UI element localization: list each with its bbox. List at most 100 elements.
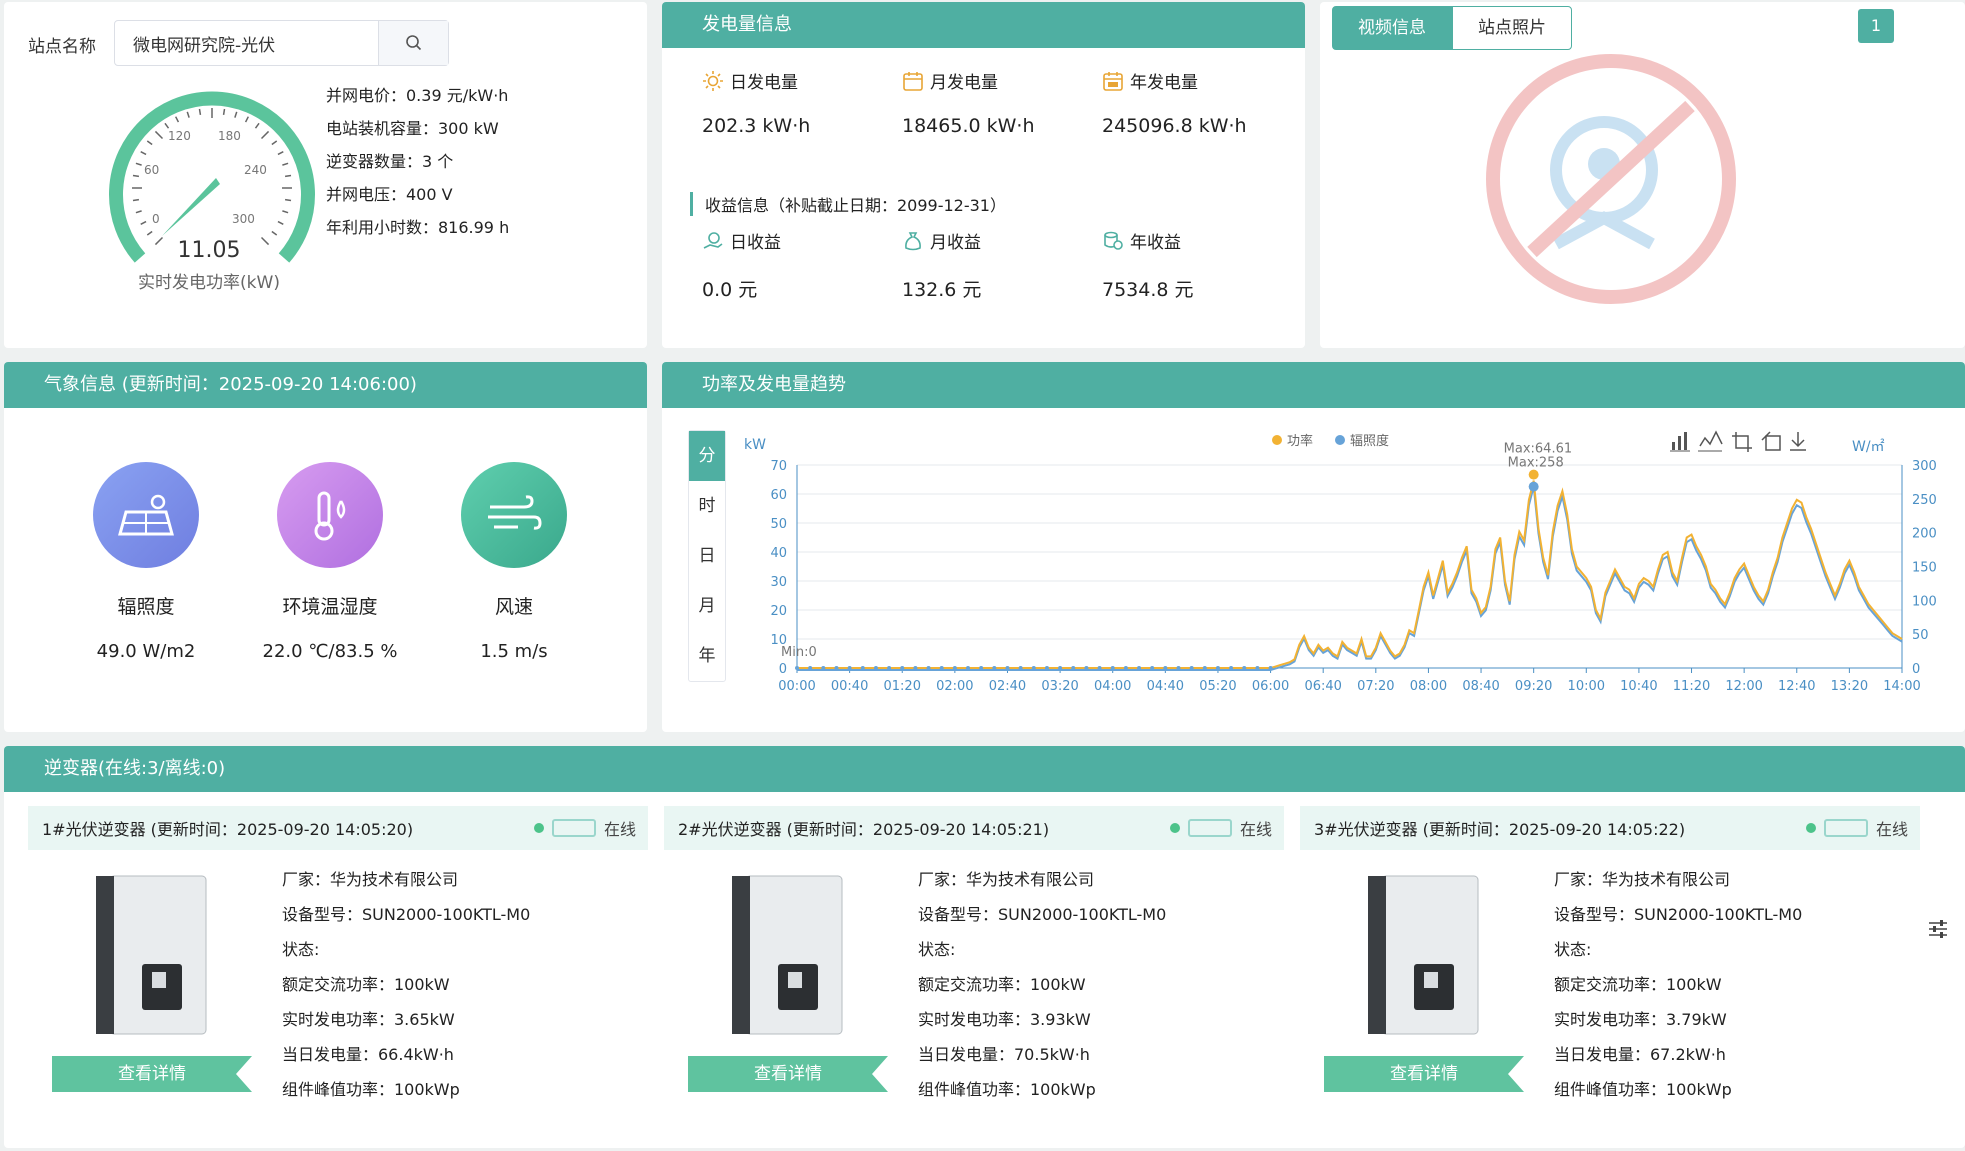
tab-hour[interactable]: 时	[689, 481, 725, 531]
x-tick-label: 04:00	[1094, 679, 1131, 694]
power-point	[1058, 666, 1063, 670]
sun-icon	[703, 70, 723, 91]
gauge-tick-0: 0	[152, 212, 160, 226]
wind-label: 风速	[494, 596, 533, 618]
tab-minute[interactable]: 分	[689, 431, 725, 481]
temperature-label: 环境温湿度	[282, 596, 378, 618]
solar-panel-icon	[93, 462, 199, 568]
station-info: 并网电价：0.39 元/kW·h 电站装机容量：300 kW 逆变器数量：3 个…	[326, 82, 509, 247]
station-name-input[interactable]	[115, 21, 378, 65]
tab-year[interactable]: 年	[689, 631, 725, 681]
inverter-header-text: 3#光伏逆变器 (更新时间：2025-09-20 14:05:22)	[1314, 820, 1686, 839]
view-details-button[interactable]: 查看详情	[52, 1056, 252, 1092]
tab-station-photo[interactable]: 站点照片	[1452, 6, 1572, 50]
left-tick-label: 60	[770, 488, 787, 503]
power-point	[926, 666, 931, 670]
power-point	[1176, 666, 1181, 670]
inverter-card-2: 2#光伏逆变器 (更新时间：2025-09-20 14:05:21) 在线 查看…	[664, 806, 1284, 1136]
left-tick-label: 0	[779, 662, 787, 677]
x-tick-label: 12:00	[1725, 679, 1762, 694]
zoom-icon[interactable]	[1732, 432, 1752, 452]
power-point	[834, 666, 839, 670]
left-tick-label: 30	[770, 575, 787, 590]
inverter-header-text: 2#光伏逆变器 (更新时间：2025-09-20 14:05:21)	[678, 820, 1050, 839]
search-button[interactable]	[378, 21, 448, 65]
power-point	[1268, 666, 1273, 670]
legend-power[interactable]: 功率	[1287, 433, 1313, 449]
power-point	[1202, 666, 1207, 670]
station-name-label: 站点名称	[28, 37, 96, 57]
right-tick-label: 200	[1912, 527, 1937, 542]
gauge-tick-120: 120	[168, 129, 191, 143]
wind-card: 风速 1.5 m/s	[424, 462, 604, 662]
power-point	[887, 666, 892, 670]
video-page-badge[interactable]: 1	[1858, 9, 1894, 43]
power-point	[1229, 666, 1234, 670]
bar-chart-icon[interactable]	[1670, 432, 1690, 452]
earnings-title: 收益信息（补贴截止日期：2099-12-31）	[690, 192, 1006, 216]
inverter-panel: 逆变器(在线:3/离线:0) 1#光伏逆变器 (更新时间：2025-09-20 …	[4, 746, 1965, 1148]
x-tick-label: 05:20	[1199, 679, 1236, 694]
view-details-button[interactable]: 查看详情	[688, 1056, 888, 1092]
power-point	[873, 666, 878, 670]
tab-month[interactable]: 月	[689, 581, 725, 631]
x-tick-label: 10:40	[1620, 679, 1657, 694]
legend-irradiance[interactable]: 辐照度	[1350, 433, 1389, 449]
right-tick-label: 0	[1912, 662, 1920, 677]
chart-toolbox	[1670, 430, 1806, 452]
right-tick-label: 300	[1912, 459, 1937, 474]
inverter-image	[1368, 875, 1479, 1035]
power-point	[1242, 666, 1247, 670]
trend-chart[interactable]: kW W/㎡ 功率 辐照度 010203040506070 0501001502…	[732, 410, 1957, 730]
right-axis-unit: W/㎡	[1852, 439, 1885, 455]
x-tick-label: 13:20	[1831, 679, 1868, 694]
restore-icon[interactable]	[1761, 431, 1781, 451]
download-icon[interactable]	[1790, 432, 1806, 451]
power-point	[1215, 666, 1220, 670]
power-point	[1018, 666, 1023, 670]
line-chart-icon[interactable]	[1698, 430, 1723, 452]
inverter-state: 状态:	[1554, 940, 1592, 959]
tab-video-info[interactable]: 视频信息	[1332, 6, 1452, 50]
inverter-info: 厂家：华为技术有限公司 设备型号：SUN2000-100KTL-M0 状态: 额…	[1554, 866, 1802, 1111]
inverter-daily-energy: 当日发电量：66.4kW·h	[282, 1045, 454, 1064]
gauge-tick-300: 300	[232, 212, 255, 226]
plug-icon	[1823, 819, 1868, 837]
right-tick-label: 100	[1912, 594, 1937, 609]
inverter-daily-energy: 当日发电量：67.2kW·h	[1554, 1045, 1726, 1064]
inverter-title: 逆变器(在线:3/离线:0)	[4, 746, 1965, 792]
view-details-button[interactable]: 查看详情	[1324, 1056, 1524, 1092]
inverter-status-text: 在线	[1875, 820, 1908, 839]
right-tick-label: 50	[1912, 628, 1929, 643]
calendar-year-icon	[1103, 71, 1123, 91]
irradiance-series-line	[797, 486, 1903, 671]
inverter-count: 逆变器数量：3 个	[326, 152, 454, 171]
day-earnings-value: 0.0 元	[702, 279, 758, 301]
power-point	[1097, 666, 1102, 670]
power-point	[1005, 666, 1010, 670]
power-point	[900, 666, 905, 670]
inverter-header: 2#光伏逆变器 (更新时间：2025-09-20 14:05:21) 在线	[664, 806, 1284, 850]
gauge-tick-240: 240	[244, 163, 267, 177]
gauge-tick-60: 60	[144, 163, 159, 177]
day-generation: 日发电量 202.3 kW·h	[702, 68, 902, 137]
gauge-caption: 实时发电功率(kW)	[138, 273, 280, 293]
generation-panel: 发电量信息 日发电量 202.3 kW·h 月发电量 18465.0 kW·h …	[662, 2, 1305, 348]
left-tick-label: 40	[770, 546, 787, 561]
x-tick-label: 01:20	[884, 679, 921, 694]
settings-sliders-icon[interactable]	[1928, 920, 1948, 938]
power-point	[979, 666, 984, 670]
chart-grid	[797, 464, 1902, 669]
month-generation-label: 月发电量	[930, 73, 998, 93]
x-axis: 00:00 00:40 01:20 02:00 02:40 03:20 04:00 04:40…	[778, 667, 1921, 694]
inverter-peak-power: 组件峰值功率：100kWp	[282, 1080, 460, 1099]
weather-title: 气象信息 (更新时间：2025-09-20 14:06:00)	[4, 362, 647, 408]
inverter-info: 厂家：华为技术有限公司 设备型号：SUN2000-100KTL-M0 状态: 额…	[282, 866, 530, 1111]
tab-day[interactable]: 日	[689, 531, 725, 581]
power-point	[966, 666, 971, 670]
generation-title: 发电量信息	[662, 2, 1305, 48]
power-point	[913, 666, 918, 670]
inverter-daily-energy: 当日发电量：70.5kW·h	[918, 1045, 1090, 1064]
video-panel: 视频信息 站点照片 1	[1320, 2, 1965, 348]
irradiance-value: 49.0 W/m2	[96, 641, 196, 662]
